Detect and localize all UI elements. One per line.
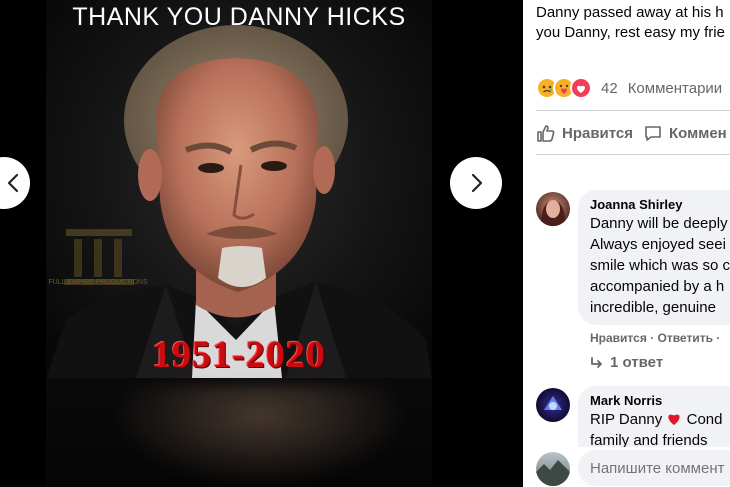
post-actions: Нравится Коммен — [536, 121, 730, 145]
comment-text-line: accompanied by a h — [590, 278, 725, 295]
replies-count: 1 ответ — [610, 354, 664, 371]
red-heart-icon — [668, 414, 681, 425]
comment-text-line: incredible, genuine — [590, 299, 716, 316]
comment-text: Cond — [686, 411, 723, 428]
divider — [536, 110, 730, 111]
thumbs-up-icon — [537, 125, 555, 142]
memorial-photo — [46, 0, 432, 378]
reply-arrow-icon — [591, 356, 602, 368]
comment-composer — [523, 447, 730, 487]
comment-input[interactable] — [578, 450, 730, 486]
view-replies-link[interactable]: 1 ответ — [590, 354, 663, 371]
comments-count-link[interactable]: Комментарии — [628, 80, 722, 97]
comment-author[interactable]: Joanna Shirley — [590, 197, 730, 213]
comment-button[interactable]: Коммен — [643, 123, 727, 143]
avatar[interactable] — [536, 192, 570, 226]
comment-actions: Нравится · Ответить · — [590, 331, 721, 345]
comment-bubble: Joanna Shirley Danny will be deeply Alwa… — [578, 190, 730, 325]
post-text-line: Danny passed away at his h — [536, 4, 724, 21]
previous-photo-button[interactable] — [0, 157, 30, 209]
comment-text-line: RIP Danny Cond — [590, 409, 730, 430]
like-label: Нравится — [562, 124, 634, 142]
divider — [536, 154, 730, 155]
comment-like-link[interactable]: Нравится — [590, 331, 647, 345]
photo-dates: 1951-2020 — [152, 334, 326, 376]
love-reaction-icon — [570, 77, 592, 99]
reaction-count: 42 — [601, 79, 618, 97]
comment-text-line: Danny will be deeply — [590, 215, 728, 232]
post-text-line: you Danny, rest easy my frie — [536, 24, 725, 41]
avatar[interactable] — [536, 388, 570, 422]
portrait-illustration — [46, 25, 432, 378]
post-side-panel: Danny passed away at his h you Danny, re… — [523, 0, 730, 487]
photo-viewer: THANK YOU DANNY HICKS FULL EMPIRE PRODUC… — [0, 0, 523, 487]
comment-text-line: Always enjoyed seei — [590, 236, 726, 253]
comment-text-line: smile which was so c — [590, 257, 730, 274]
watermark-text: FULL EMPIRE PRODUCTIONS — [48, 279, 148, 286]
reactions-summary[interactable]: 42 Комментарии — [536, 77, 722, 99]
photo-title: THANK YOU DANNY HICKS — [72, 3, 406, 31]
comment-text: RIP Danny — [590, 411, 663, 428]
post-text: Danny passed away at his h you Danny, re… — [536, 3, 730, 43]
my-avatar[interactable] — [536, 452, 570, 486]
chevron-left-icon — [7, 173, 19, 193]
next-photo-button[interactable] — [450, 157, 502, 209]
comment-reply-link[interactable]: Ответить — [658, 331, 713, 345]
pillar-logo-icon — [64, 229, 134, 285]
comment-label: Коммен — [669, 124, 727, 142]
comment-author[interactable]: Mark Norris — [590, 393, 730, 409]
chevron-right-icon — [471, 173, 483, 193]
like-button[interactable]: Нравится — [536, 123, 633, 143]
comment-bubble-icon — [645, 126, 661, 141]
photo-blur — [110, 385, 410, 487]
